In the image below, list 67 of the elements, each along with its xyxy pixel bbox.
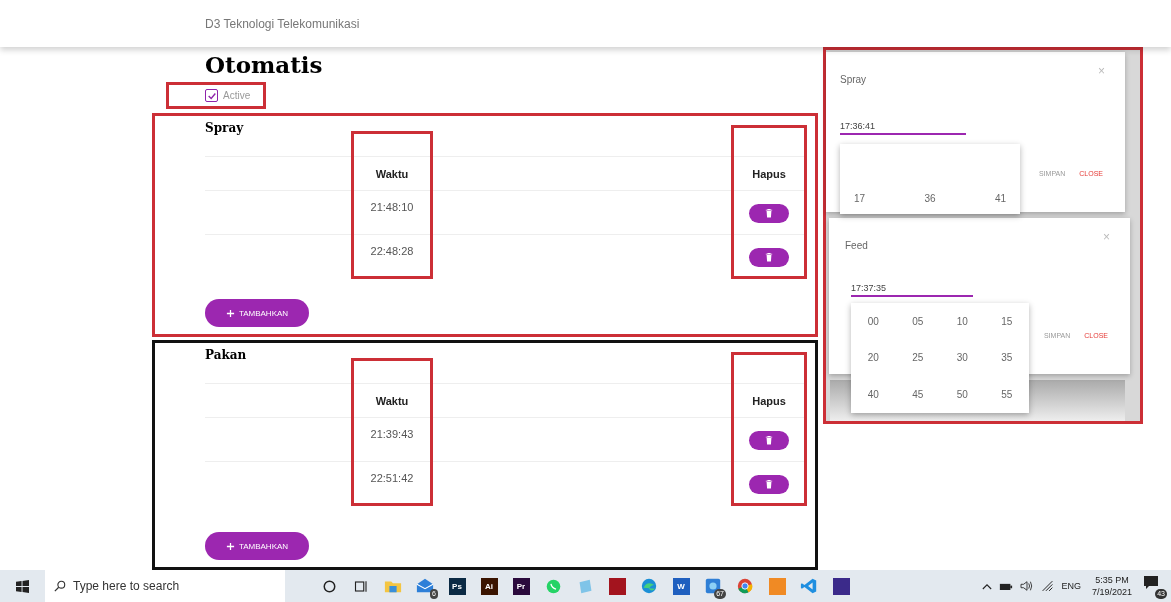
minute-option[interactable]: 55 bbox=[1001, 388, 1013, 400]
battery-icon[interactable] bbox=[999, 581, 1014, 591]
add-button[interactable]: TAMBAHKAN bbox=[205, 532, 309, 560]
code-editor-icon[interactable] bbox=[800, 577, 818, 595]
time-option[interactable]: 36 bbox=[924, 193, 936, 204]
app-tile-icon[interactable] bbox=[608, 577, 626, 595]
app-tile-icon[interactable]: W bbox=[672, 577, 690, 595]
time-option[interactable]: 17 bbox=[854, 193, 866, 204]
ring-icon[interactable] bbox=[321, 578, 337, 594]
speaker-icon[interactable] bbox=[1020, 580, 1035, 592]
windows-start-icon[interactable] bbox=[16, 579, 29, 593]
dialog-title: Spray bbox=[839, 74, 868, 85]
minute-option[interactable]: 50 bbox=[956, 388, 968, 400]
browser-icon[interactable] bbox=[640, 577, 658, 595]
trash-icon bbox=[765, 435, 773, 445]
minute-option[interactable]: 35 bbox=[1001, 352, 1013, 364]
notification-icon[interactable] bbox=[1143, 574, 1159, 590]
chrome-icon[interactable] bbox=[736, 577, 754, 595]
minute-option[interactable]: 40 bbox=[867, 388, 879, 400]
minute-option[interactable]: 00 bbox=[867, 315, 879, 327]
task-view-icon[interactable] bbox=[353, 578, 369, 594]
add-button[interactable]: TAMBAHKAN bbox=[205, 299, 309, 327]
minute-option[interactable]: 10 bbox=[956, 315, 968, 327]
trash-icon bbox=[765, 208, 773, 218]
time-option[interactable]: 41 bbox=[994, 193, 1006, 204]
time-cell-text: 22:48:28 bbox=[370, 244, 414, 259]
plus-icon bbox=[225, 308, 235, 318]
wifi-icon[interactable] bbox=[1041, 580, 1055, 592]
time-cell-text: 21:39:43 bbox=[370, 427, 414, 442]
delete-button[interactable] bbox=[749, 203, 789, 223]
chevron-up-icon[interactable] bbox=[982, 582, 993, 590]
section-title: Spray bbox=[205, 121, 245, 135]
app-tile-icon[interactable]: Ps bbox=[448, 577, 466, 595]
app-tile-icon[interactable]: Pr bbox=[512, 577, 530, 595]
search-field[interactable]: Type here to search bbox=[45, 570, 285, 602]
photos-icon[interactable] bbox=[704, 577, 722, 595]
minute-option[interactable]: 20 bbox=[867, 352, 879, 364]
trash-icon bbox=[765, 479, 773, 489]
column-header: Hapus bbox=[752, 395, 786, 407]
trash-icon bbox=[765, 252, 773, 262]
delete-button[interactable] bbox=[749, 430, 789, 450]
time-field[interactable]: 17:36:41 bbox=[840, 119, 966, 135]
app-tile-icon[interactable]: Ai bbox=[480, 577, 498, 595]
time-cell-text: 21:48:10 bbox=[370, 200, 414, 215]
mail-icon[interactable] bbox=[416, 577, 434, 595]
minute-option[interactable]: 15 bbox=[1001, 315, 1013, 327]
page-title: Otomatis bbox=[205, 51, 324, 79]
app-tile-icon[interactable] bbox=[832, 577, 850, 595]
checkbox-icon[interactable] bbox=[205, 89, 218, 102]
minute-option[interactable]: 45 bbox=[912, 388, 924, 400]
delete-button[interactable] bbox=[749, 247, 789, 267]
language-indicator[interactable]: ENG bbox=[1061, 581, 1081, 591]
plus-icon bbox=[225, 541, 235, 551]
delete-button[interactable] bbox=[749, 474, 789, 494]
time-field[interactable]: 17:37:35 bbox=[851, 280, 973, 297]
column-header: Waktu bbox=[375, 395, 409, 407]
dialog-title: Feed bbox=[844, 239, 869, 251]
app-tile-icon[interactable] bbox=[768, 577, 786, 595]
minute-option[interactable]: 25 bbox=[912, 352, 924, 364]
minute-option[interactable]: 30 bbox=[956, 352, 968, 364]
site-title: D3 Teknologi Telekomunikasi bbox=[205, 16, 360, 31]
minute-option[interactable]: 05 bbox=[912, 315, 924, 327]
section-title: Pakan bbox=[205, 348, 248, 362]
column-header: Hapus bbox=[752, 168, 786, 180]
clock[interactable]: 5:35 PM 7/19/2021 bbox=[1091, 574, 1132, 598]
time-cell-text: 22:51:42 bbox=[370, 471, 414, 486]
column-header: Waktu bbox=[375, 168, 409, 180]
